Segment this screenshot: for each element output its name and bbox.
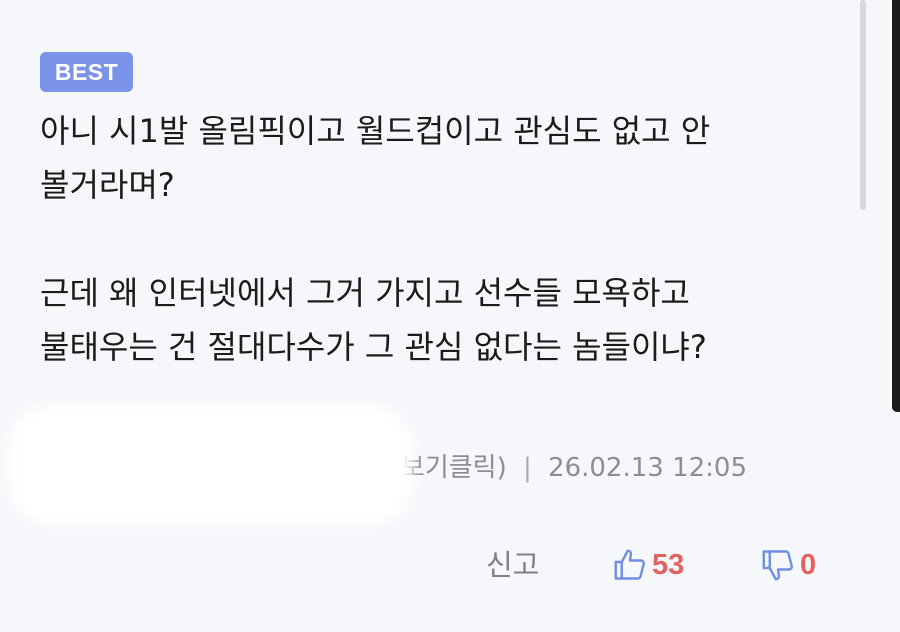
dislike-count: 0 — [800, 549, 817, 581]
comment-meta: ıP보기클릭) | 26.02.13 12:05 — [378, 448, 747, 488]
meta-separator: | — [523, 453, 532, 483]
report-button[interactable]: 신고 — [486, 543, 539, 587]
best-badge: BEST — [40, 52, 133, 92]
like-button[interactable]: 53 — [612, 543, 684, 587]
redaction-mask — [18, 415, 403, 515]
comment-line: 볼거라며? — [40, 166, 175, 204]
comment-line: 근데 왜 인터넷에서 그거 가지고 선수들 모욕하고 — [40, 274, 690, 312]
thumbs-up-icon — [614, 549, 645, 580]
window-edge — [892, 0, 900, 412]
like-count: 53 — [652, 549, 685, 581]
comment-line: 아니 시1발 올림픽이고 월드컵이고 관심도 없고 안 — [40, 112, 711, 150]
comment-timestamp: 26.02.13 12:05 — [548, 453, 748, 483]
comment-body: 아니 시1발 올림픽이고 월드컵이고 관심도 없고 안 볼거라며? 근데 왜 인… — [40, 104, 860, 374]
comment-line-blank — [40, 212, 860, 266]
dislike-button[interactable]: 0 — [760, 543, 816, 587]
thumbs-down-icon — [762, 550, 793, 581]
scrollbar[interactable] — [860, 0, 866, 210]
comment-line: 불태우는 건 절대다수가 그 관심 없다는 놈들이냐? — [40, 328, 707, 366]
